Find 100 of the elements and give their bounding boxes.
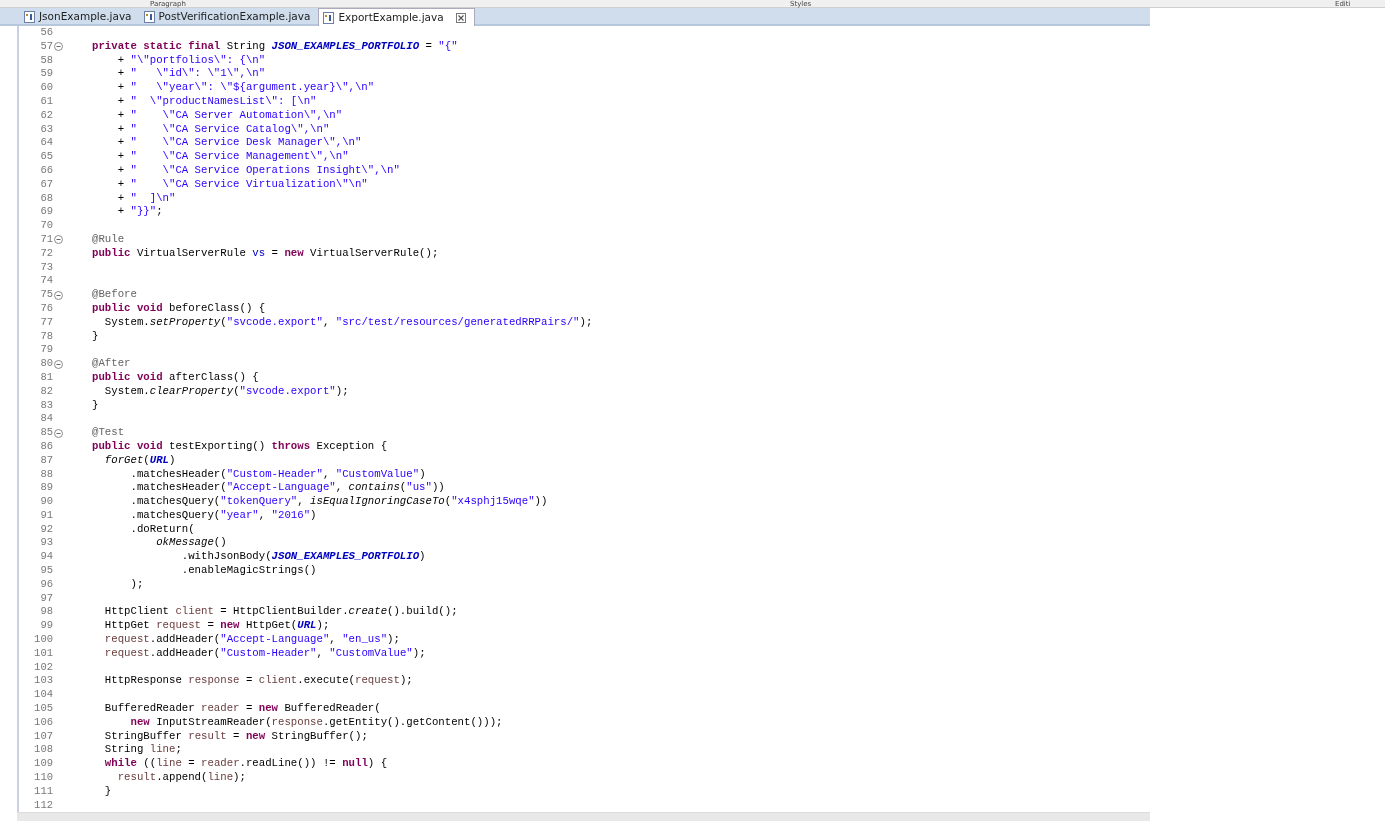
line-number: 104: [33, 688, 53, 703]
code-line: @Before: [92, 288, 137, 302]
code-line: + " \"CA Service Management\",\n": [116, 150, 349, 164]
collapse-icon[interactable]: [53, 235, 63, 245]
line-number: 97: [39, 591, 53, 606]
code-line: .matchesHeader("Accept-Language", contains("us")): [129, 481, 445, 496]
line-number: 82: [39, 384, 53, 399]
code-line: + "\"portfolios\": {\n": [116, 53, 266, 68]
line-number: 71: [39, 232, 53, 247]
collapse-icon[interactable]: [53, 359, 63, 369]
code-line: HttpClient client = HttpClientBuilder.create().build();: [103, 605, 458, 620]
code-line: @After: [92, 357, 131, 371]
line-number: 78: [39, 329, 53, 344]
line-number: 94: [39, 550, 53, 565]
line-number: 65: [39, 150, 53, 164]
code-line: + " \"CA Service Catalog\",\n": [116, 122, 330, 137]
code-line: String line;: [103, 743, 182, 758]
line-number: 102: [33, 660, 53, 675]
line-number: 74: [39, 274, 53, 289]
file-icon: [323, 11, 335, 24]
line-number: 69: [39, 205, 53, 220]
editor-tab[interactable]: JsonExample.java: [20, 8, 140, 26]
line-number: 88: [39, 467, 53, 482]
code-line: System.clearProperty("svcode.export");: [103, 384, 349, 399]
line-number: 70: [39, 219, 53, 233]
code-line: public void testExporting() throws Exception {: [92, 439, 388, 454]
code-line: + " \"CA Service Virtualization\"\n": [116, 177, 368, 192]
line-number: 84: [39, 412, 53, 427]
line-number: 80: [39, 357, 53, 371]
code-line: okMessage(): [155, 536, 227, 551]
code-line: .matchesQuery("year", "2016"): [129, 508, 317, 523]
line-number: 58: [39, 53, 53, 68]
code-line: HttpResponse response = client.execute(request);: [103, 674, 413, 689]
code-line: @Rule: [92, 232, 125, 247]
code-line: );: [129, 577, 144, 592]
line-number: 75: [39, 288, 53, 302]
line-number: 72: [39, 246, 53, 261]
code-line: .matchesQuery("tokenQuery", isEqualIgnoringCaseTo("x4sphj15wqe")): [129, 495, 548, 509]
line-number: 89: [39, 481, 53, 496]
code-line: forGet(URL): [103, 453, 176, 468]
line-number: 67: [39, 177, 53, 192]
line-number: 96: [39, 577, 53, 592]
line-number: 108: [33, 743, 53, 758]
line-number: 77: [39, 315, 53, 330]
line-number: 101: [33, 646, 53, 661]
line-number: 60: [39, 81, 53, 95]
line-number: 105: [33, 702, 53, 716]
line-number: 99: [39, 619, 53, 634]
line-number: 73: [39, 260, 53, 275]
line-number: 91: [39, 508, 53, 523]
code-line: + " \"productNamesList\": [\n": [116, 95, 317, 109]
editor-tab[interactable]: ExportExample.java: [318, 8, 475, 26]
code-line: }: [92, 329, 99, 344]
line-number: 66: [39, 163, 53, 178]
line-number: 92: [39, 522, 53, 537]
line-number: 106: [33, 715, 53, 730]
line-number: 64: [39, 136, 53, 151]
line-number: 90: [39, 495, 53, 509]
file-icon: [24, 11, 35, 23]
line-number: 110: [33, 771, 53, 785]
code-line: public VirtualServerRule vs = new VirtualServerRule();: [92, 246, 439, 261]
code-line: + " ]\n": [116, 191, 176, 206]
code-line: request.addHeader("Accept-Language", "en_us");: [103, 633, 400, 647]
line-number: 56: [39, 26, 53, 40]
code-line: .enableMagicStrings(): [180, 564, 317, 578]
horizontal-scrollbar[interactable]: [17, 812, 1150, 822]
editor-tab[interactable]: PostVerificationExample.java: [139, 8, 319, 26]
line-number: 87: [39, 453, 53, 468]
code-line: private static final String JSON_EXAMPLES_PORTFOLIO = "{": [92, 39, 458, 54]
line-number: 109: [33, 757, 53, 772]
code-line: }: [92, 398, 99, 413]
line-number: 76: [39, 301, 53, 316]
line-number: 61: [39, 95, 53, 109]
code-line: .matchesHeader("Custom-Header", "CustomValue"): [129, 467, 426, 482]
line-number: 81: [39, 370, 53, 385]
code-line: + "}}";: [116, 205, 163, 220]
line-number: 111: [33, 784, 53, 799]
code-line: while ((line = reader.readLine()) != null) {: [103, 757, 388, 772]
code-line: result.append(line);: [116, 771, 246, 785]
code-line: public void beforeClass() {: [92, 301, 266, 316]
code-line: .withJsonBody(JSON_EXAMPLES_PORTFOLIO): [180, 550, 426, 565]
line-number: 63: [39, 122, 53, 137]
code-line: + " \"CA Server Automation\",\n": [116, 108, 343, 123]
code-line: public void afterClass() {: [92, 370, 259, 385]
code-line: + " \"id\": \"1\",\n": [116, 67, 266, 82]
collapse-icon[interactable]: [53, 428, 63, 438]
collapse-icon[interactable]: [53, 290, 63, 300]
line-number: 107: [33, 729, 53, 744]
line-number: 62: [39, 108, 53, 123]
line-number: 57: [39, 39, 53, 54]
line-number: 68: [39, 191, 53, 206]
code-line: + " \"year\": \"${argument.year}\",\n": [116, 81, 375, 95]
collapse-icon[interactable]: [53, 42, 63, 52]
code-line: HttpGet request = new HttpGet(URL);: [103, 619, 330, 634]
close-icon[interactable]: [455, 12, 466, 23]
line-number: 100: [33, 633, 53, 647]
file-icon: [143, 11, 155, 23]
code-line: + " \"CA Service Operations Insight\",\n": [116, 163, 400, 178]
line-number: 85: [39, 426, 53, 440]
line-number: 112: [33, 798, 53, 813]
